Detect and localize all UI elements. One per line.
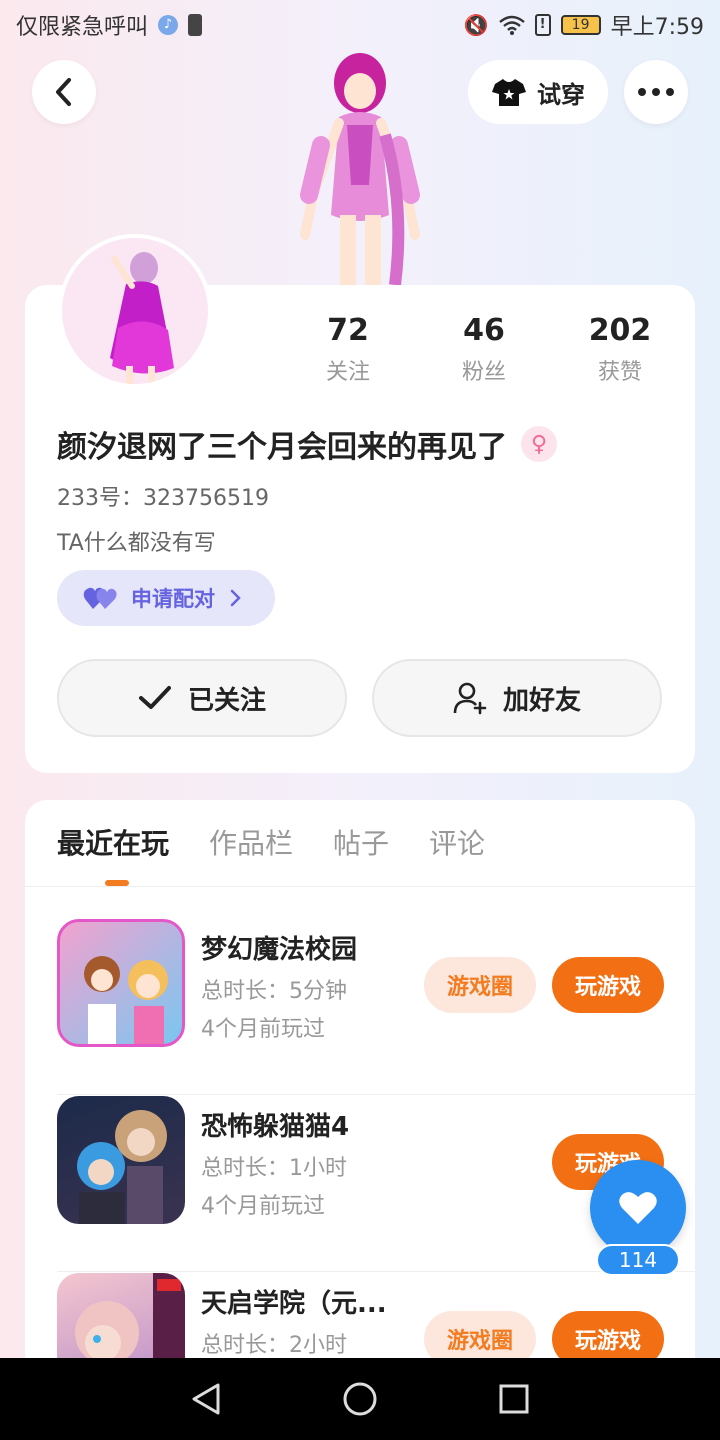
game-circle-button[interactable]: 游戏圈 (424, 957, 536, 1013)
game-name: 梦幻魔法校园 (201, 935, 358, 965)
stat-followers-value: 46 (463, 313, 505, 348)
game-row[interactable]: 梦幻魔法校园 总时长：5分钟 4个月前玩过 游戏圈 玩游戏 (57, 919, 695, 1095)
tab-works[interactable]: 作品栏 (209, 822, 293, 862)
user-id: 233号：323756519 (57, 486, 269, 511)
tshirt-icon (492, 79, 526, 106)
game-duration: 总时长：2小时 (201, 1333, 347, 1358)
bio: TA什么都没有写 (57, 531, 216, 556)
try-on-button[interactable]: 试穿 (468, 60, 608, 124)
like-count: 114 (596, 1244, 680, 1276)
nav-recents-icon[interactable] (498, 1383, 530, 1415)
add-user-icon (453, 682, 487, 715)
female-icon: ♀ (521, 426, 557, 462)
stat-following-label: 关注 (325, 360, 370, 385)
more-dots-icon (638, 88, 674, 96)
nickname-text: 颜汐退网了三个月会回来的再见了 (57, 430, 507, 465)
row-divider (57, 1271, 695, 1272)
game-icon-magic-school[interactable] (57, 919, 185, 1047)
stat-followers-label: 粉丝 (461, 360, 506, 385)
play-game-button[interactable]: 玩游戏 (552, 957, 664, 1013)
game-duration: 总时长：5分钟 (201, 979, 347, 1004)
game-last-played: 4个月前玩过 (201, 1194, 325, 1219)
chevron-left-icon (56, 78, 71, 106)
nav-back-icon[interactable] (190, 1382, 222, 1416)
game-name: 天启学院（元... (201, 1289, 387, 1319)
like-button[interactable] (590, 1160, 686, 1256)
tab-posts[interactable]: 帖子 (333, 822, 389, 862)
try-on-label: 试穿 (537, 80, 585, 109)
stat-following[interactable]: 72 关注 (288, 313, 408, 386)
request-pair-label: 申请配对 (131, 587, 215, 611)
heart-icon (619, 1192, 657, 1224)
notification-icon (188, 14, 203, 36)
tab-recently-played[interactable]: 最近在玩 (57, 822, 169, 862)
followed-label: 已关注 (187, 685, 266, 716)
game-last-played: 4个月前玩过 (201, 1017, 325, 1042)
game-icon-horror-hide-seek[interactable] (57, 1096, 185, 1224)
tab-bar: 最近在玩 作品栏 帖子 评论 (57, 822, 485, 862)
game-name: 恐怖躲猫猫4 (201, 1112, 350, 1142)
stat-likes-value: 202 (588, 313, 652, 348)
nav-home-icon[interactable] (342, 1381, 378, 1417)
add-friend-label: 加好友 (502, 685, 581, 716)
character-3d-model (285, 45, 435, 286)
more-button[interactable] (624, 60, 688, 124)
mute-icon: 🔇 (463, 13, 489, 37)
nickname: 颜汐退网了三个月会回来的再见了 ♀ (57, 422, 557, 466)
double-heart-icon (83, 587, 117, 609)
row-divider (57, 1094, 695, 1095)
stat-following-value: 72 (327, 313, 369, 348)
stat-followers[interactable]: 46 粉丝 (424, 313, 544, 386)
clock: 早上7:59 (610, 15, 704, 40)
avatar[interactable] (58, 234, 212, 388)
followed-button[interactable]: 已关注 (57, 659, 347, 737)
request-pair-button[interactable]: 申请配对 (57, 570, 275, 626)
activity-card: 最近在玩 作品栏 帖子 评论 梦幻魔法校园 总时长：5分钟 4个月前玩过 游戏圈… (25, 800, 695, 1440)
carrier-text: 仅限紧急呼叫 (16, 15, 149, 40)
chevron-right-icon (230, 589, 241, 607)
game-duration: 总时长：1小时 (201, 1156, 347, 1181)
tabs-divider (25, 886, 695, 887)
system-nav-bar (0, 1358, 720, 1440)
status-bar: 仅限紧急呼叫 ♪ 🔇 ! 19 早上7:59 (0, 0, 720, 50)
tab-comments[interactable]: 评论 (429, 822, 485, 862)
back-button[interactable] (32, 60, 96, 124)
music-icon: ♪ (158, 15, 179, 35)
stat-likes[interactable]: 202 获赞 (560, 313, 680, 386)
wifi-icon (498, 15, 525, 35)
stat-likes-label: 获赞 (597, 360, 642, 385)
check-icon (138, 686, 171, 709)
battery-icon: 19 (560, 15, 601, 35)
add-friend-button[interactable]: 加好友 (372, 659, 662, 737)
sim-alert-icon: ! (534, 14, 551, 36)
